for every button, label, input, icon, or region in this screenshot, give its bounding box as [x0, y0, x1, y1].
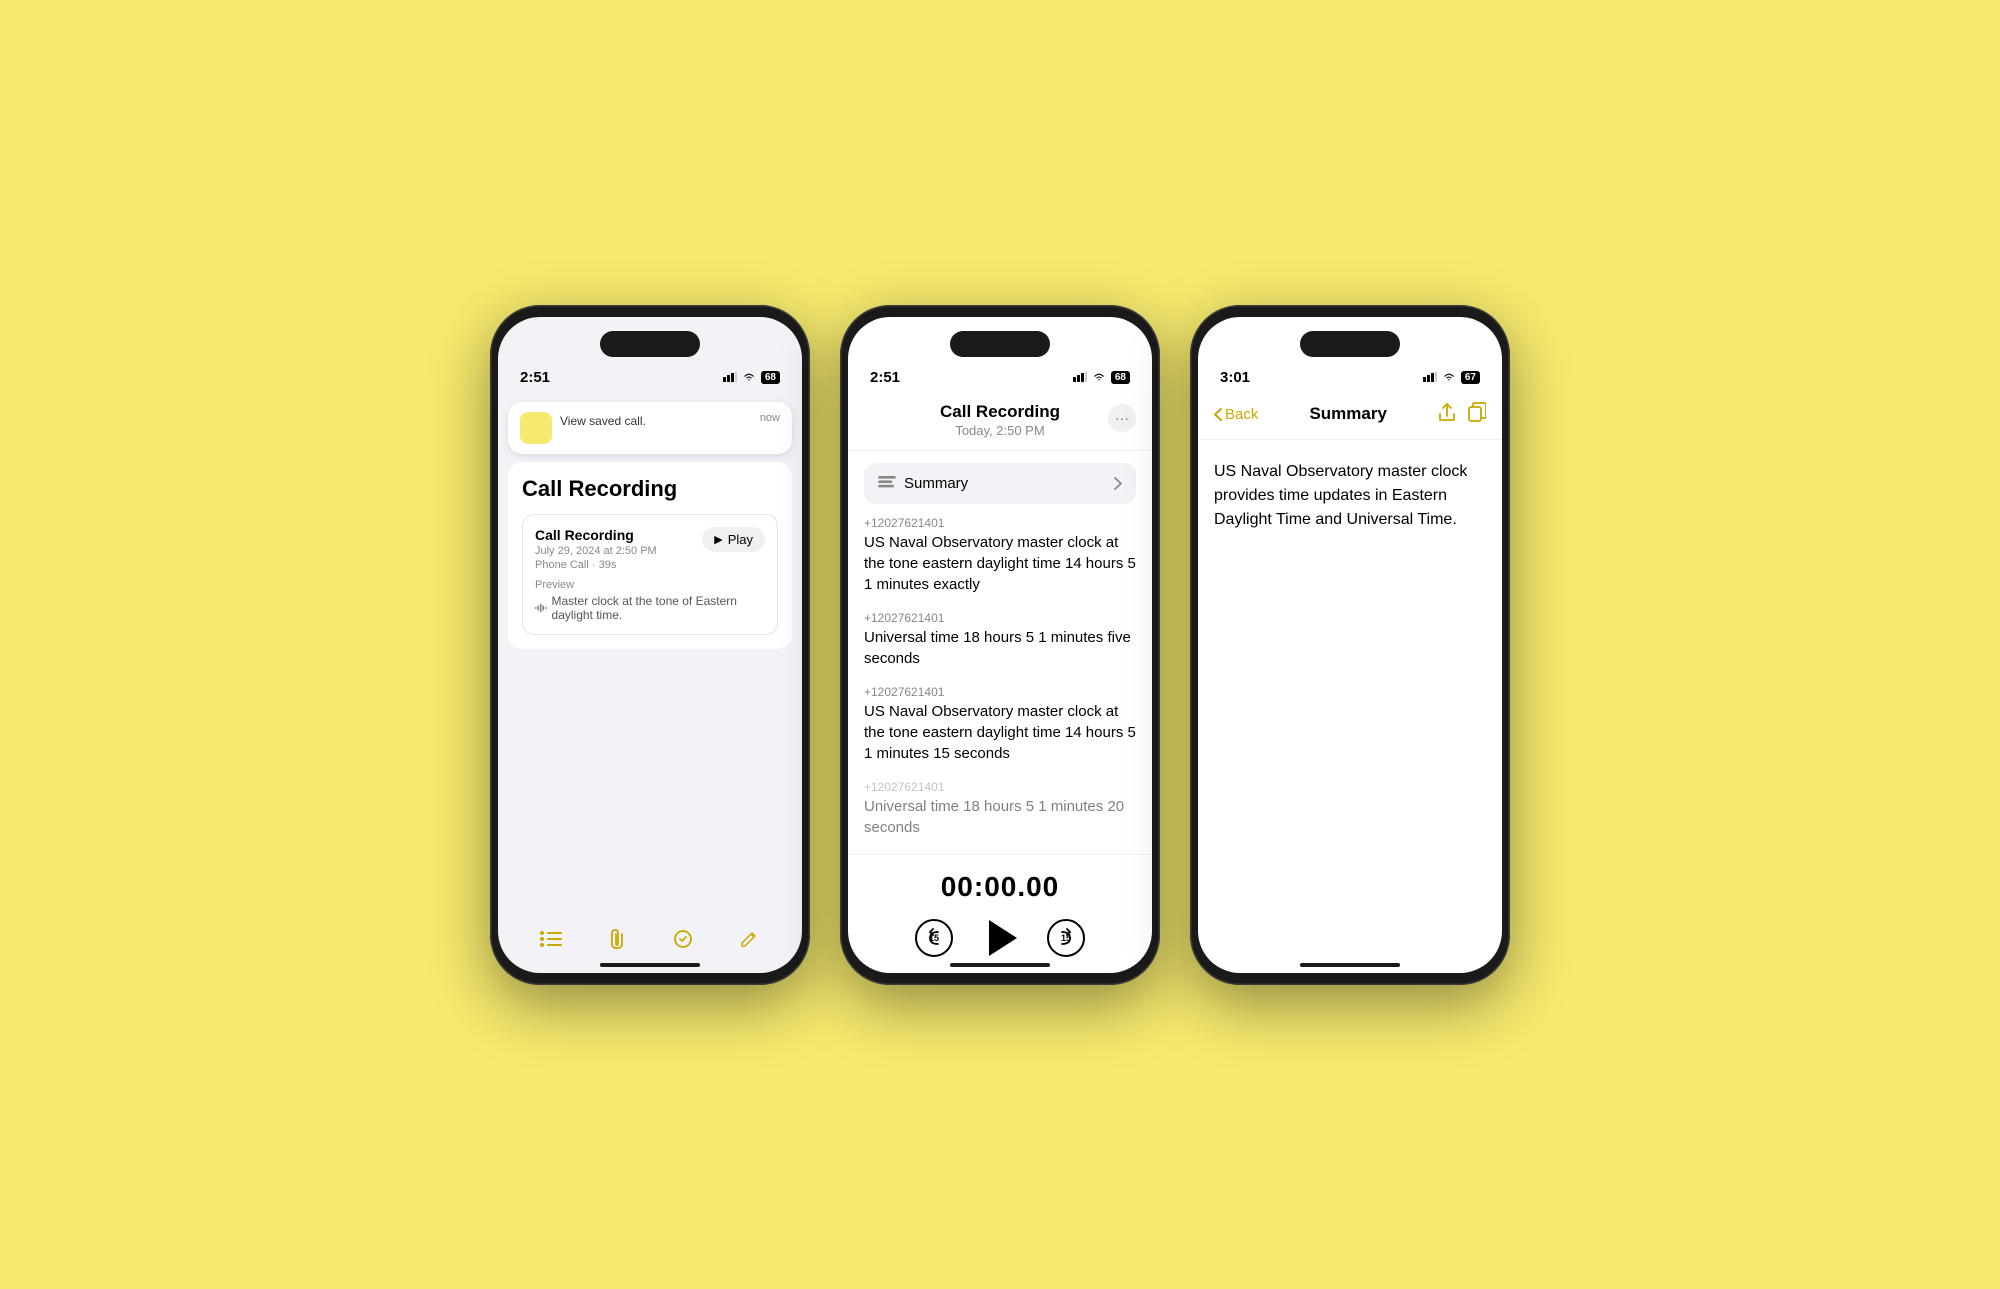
- audio-time: 00:00.00: [848, 871, 1152, 903]
- waveform-icon: [535, 602, 547, 614]
- app-icon: [520, 412, 552, 444]
- header-icons: [1438, 402, 1486, 427]
- summary-text: US Naval Observatory master clock provid…: [1214, 460, 1486, 532]
- phone1-screen: 2:51 68 View saved call. now Call Record…: [498, 317, 802, 973]
- phone2-screen: 2:51 68 Call Recording Today, 2:50 PM ··…: [848, 317, 1152, 973]
- status-icons-2: 68: [1073, 371, 1130, 384]
- transcript-entry-1: +12027621401 US Naval Observatory master…: [864, 516, 1136, 595]
- audio-player: 00:00.00 15 15: [848, 854, 1152, 973]
- copy-button[interactable]: [1468, 402, 1486, 427]
- transcript-entry-3: +12027621401 US Naval Observatory master…: [864, 685, 1136, 764]
- preview-text: Master clock at the tone of Eastern dayl…: [535, 594, 765, 622]
- back-button[interactable]: Back: [1214, 406, 1258, 423]
- wifi-icon: [742, 372, 756, 382]
- more-options-button[interactable]: ···: [1108, 404, 1136, 432]
- status-icons-1: 68: [723, 371, 780, 384]
- play-triangle-2: [989, 920, 1017, 956]
- home-indicator-1: [600, 963, 700, 967]
- audio-controls: 15 15: [848, 919, 1152, 957]
- summary-row-left: Summary: [878, 475, 968, 492]
- play-label: Play: [728, 532, 753, 547]
- transcript-number-2: +12027621401: [864, 611, 1136, 625]
- notif-content: View saved call.: [560, 412, 752, 430]
- recording-card-header: Call Recording July 29, 2024 at 2:50 PM …: [535, 527, 765, 579]
- compose-icon[interactable]: [735, 925, 763, 953]
- preview-content: Master clock at the tone of Eastern dayl…: [552, 594, 765, 622]
- recording-title: Call Recording: [535, 527, 657, 543]
- recording-card-info: Call Recording July 29, 2024 at 2:50 PM …: [535, 527, 657, 579]
- status-icons-3: 67: [1423, 371, 1480, 384]
- phone2-title: Call Recording: [864, 402, 1136, 422]
- time-2: 2:51: [870, 369, 900, 386]
- notification-banner[interactable]: View saved call. now: [508, 402, 792, 454]
- notif-time: now: [760, 412, 780, 424]
- wifi-icon-3: [1442, 372, 1456, 382]
- phone3-title: Summary: [1309, 404, 1386, 424]
- back-label: Back: [1225, 406, 1258, 423]
- circle-icon[interactable]: [669, 925, 697, 953]
- skip-forward-button[interactable]: 15: [1047, 919, 1085, 957]
- phone2-subtitle: Today, 2:50 PM: [864, 423, 1136, 438]
- summary-row[interactable]: Summary: [864, 463, 1136, 504]
- list-icon[interactable]: [537, 925, 565, 953]
- transcript-number-4: +12027621401: [864, 780, 1136, 794]
- phone1-title: Call Recording: [522, 476, 778, 502]
- bottom-toolbar: [498, 925, 802, 953]
- preview-label: Preview: [535, 579, 765, 591]
- battery-icon-2: 68: [1111, 371, 1130, 384]
- recording-card: Call Recording July 29, 2024 at 2:50 PM …: [522, 514, 778, 635]
- phone3-screen: 3:01 67 Back Summary: [1198, 317, 1502, 973]
- transcript-number-1: +12027621401: [864, 516, 1136, 530]
- recording-type: Phone Call · 39s: [535, 559, 657, 571]
- phone2-header: Call Recording Today, 2:50 PM ···: [848, 394, 1152, 451]
- summary-content: US Naval Observatory master clock provid…: [1198, 440, 1502, 552]
- time-1: 2:51: [520, 369, 550, 386]
- dynamic-island-3: [1300, 331, 1400, 357]
- chevron-right-icon: [1114, 477, 1122, 490]
- battery-icon: 68: [761, 371, 780, 384]
- signal-icon: [723, 372, 737, 382]
- skip-back-label: 15: [929, 933, 939, 943]
- transcript-list: +12027621401 US Naval Observatory master…: [848, 516, 1152, 854]
- play-button-2[interactable]: [983, 920, 1017, 956]
- signal-icon-2: [1073, 372, 1087, 382]
- home-indicator-3: [1300, 963, 1400, 967]
- home-indicator-2: [950, 963, 1050, 967]
- transcript-number-3: +12027621401: [864, 685, 1136, 699]
- phones-container: 2:51 68 View saved call. now Call Record…: [490, 305, 1510, 985]
- share-button[interactable]: [1438, 402, 1456, 427]
- ellipsis-icon: ···: [1115, 410, 1129, 426]
- transcript-text-3: US Naval Observatory master clock at the…: [864, 701, 1136, 764]
- dynamic-island-2: [950, 331, 1050, 357]
- transcript-text-2: Universal time 18 hours 5 1 minutes five…: [864, 627, 1136, 669]
- play-button-1[interactable]: ▶ Play: [702, 527, 765, 552]
- play-triangle-icon: ▶: [714, 533, 722, 546]
- wifi-icon-2: [1092, 372, 1106, 382]
- transcript-entry-2: +12027621401 Universal time 18 hours 5 1…: [864, 611, 1136, 669]
- summary-label: Summary: [904, 475, 968, 492]
- recording-date: July 29, 2024 at 2:50 PM: [535, 545, 657, 557]
- transcript-entry-4: +12027621401 Universal time 18 hours 5 1…: [864, 780, 1136, 838]
- phone-3: 3:01 67 Back Summary: [1190, 305, 1510, 985]
- phone-1: 2:51 68 View saved call. now Call Record…: [490, 305, 810, 985]
- signal-icon-3: [1423, 372, 1437, 382]
- phone-2: 2:51 68 Call Recording Today, 2:50 PM ··…: [840, 305, 1160, 985]
- phone3-header: Back Summary: [1198, 394, 1502, 440]
- transcript-text-4: Universal time 18 hours 5 1 minutes 20 s…: [864, 796, 1136, 838]
- phone1-content: Call Recording Call Recording July 29, 2…: [508, 462, 792, 649]
- paperclip-icon[interactable]: [603, 925, 631, 953]
- transcript-text-1: US Naval Observatory master clock at the…: [864, 532, 1136, 595]
- skip-back-button[interactable]: 15: [915, 919, 953, 957]
- time-3: 3:01: [1220, 369, 1250, 386]
- notif-title: View saved call.: [560, 414, 646, 428]
- chevron-left-icon: [1214, 408, 1222, 421]
- dynamic-island: [600, 331, 700, 357]
- skip-forward-label: 15: [1061, 933, 1071, 943]
- transcript-icon: [878, 476, 896, 490]
- battery-icon-3: 67: [1461, 371, 1480, 384]
